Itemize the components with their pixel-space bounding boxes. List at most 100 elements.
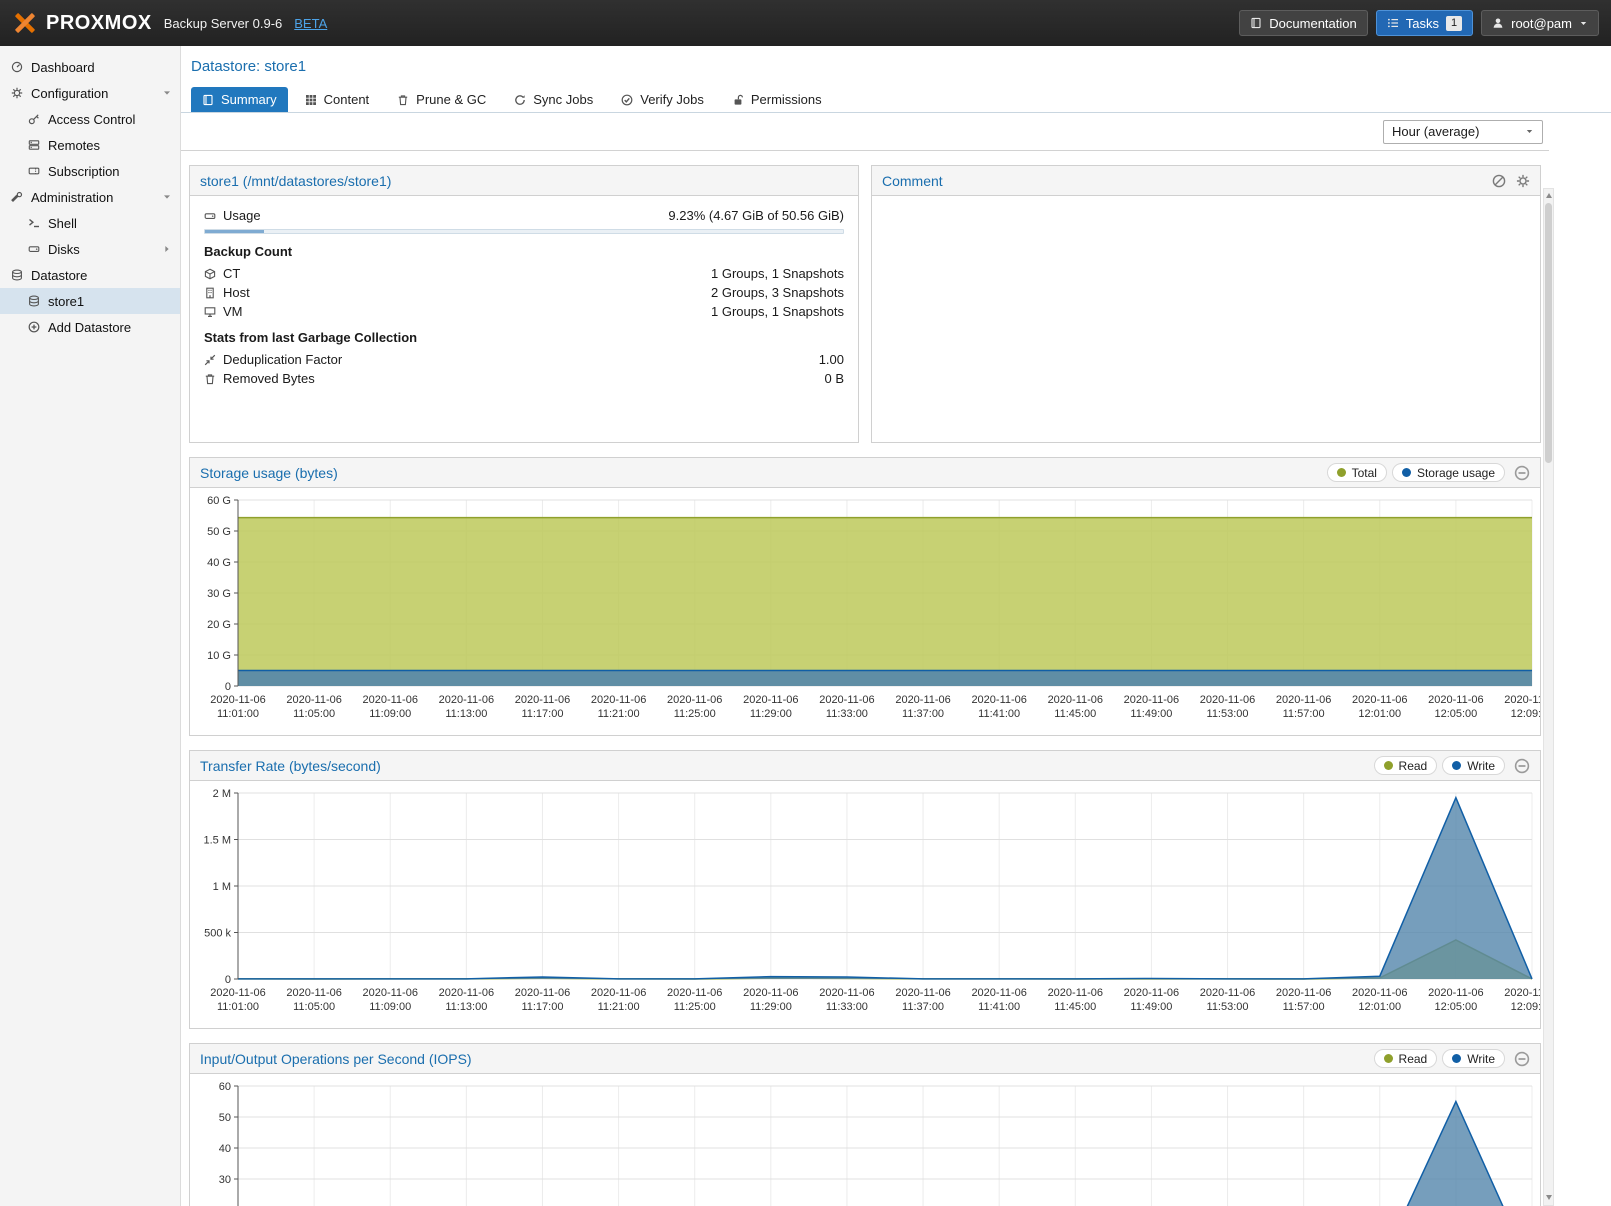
transfer-rate-chart: 0500 k1 M1.5 M2 M2020-11-0611:01:002020-… xyxy=(190,785,1540,1023)
dedup-row: Deduplication Factor 1.00 xyxy=(204,350,844,369)
collapse-chart-icon[interactable] xyxy=(1514,1051,1530,1067)
sidebar-item-datastore[interactable]: Datastore xyxy=(0,262,180,288)
user-menu-button[interactable]: root@pam xyxy=(1481,10,1599,36)
svg-text:2020-11-06: 2020-11-06 xyxy=(1276,694,1331,706)
svg-text:2020-11-06: 2020-11-06 xyxy=(895,987,950,999)
chevron-right-icon xyxy=(162,244,172,254)
tasks-button[interactable]: Tasks 1 xyxy=(1376,10,1473,36)
unlock-icon xyxy=(732,94,744,106)
tab-label: Sync Jobs xyxy=(533,92,593,107)
sidebar: Dashboard Configuration Access Control R… xyxy=(0,46,181,1206)
sidebar-item-store1[interactable]: store1 xyxy=(0,288,180,314)
beta-link[interactable]: BETA xyxy=(294,16,327,31)
comment-body[interactable] xyxy=(872,196,1540,442)
book-icon xyxy=(202,94,214,106)
key-icon xyxy=(28,113,40,125)
sidebar-item-configuration[interactable]: Configuration xyxy=(0,80,180,106)
legend-write[interactable]: Write xyxy=(1442,756,1505,775)
sidebar-item-disks[interactable]: Disks xyxy=(0,236,180,262)
gear-icon[interactable] xyxy=(1516,174,1530,188)
svg-text:12:09:00: 12:09:00 xyxy=(1511,1001,1540,1013)
grid-icon xyxy=(305,94,317,106)
svg-text:11:09:00: 11:09:00 xyxy=(369,1001,411,1013)
documentation-button[interactable]: Documentation xyxy=(1239,10,1367,36)
legend-read[interactable]: Read xyxy=(1374,756,1438,775)
sidebar-item-label: Configuration xyxy=(31,86,108,101)
sidebar-item-dashboard[interactable]: Dashboard xyxy=(0,54,180,80)
brand-name: PROXMOX xyxy=(46,12,152,35)
vm-value: 1 Groups, 1 Snapshots xyxy=(711,304,844,319)
storage-usage-chart: 010 G20 G30 G40 G50 G60 G2020-11-0611:01… xyxy=(190,492,1540,730)
compress-icon xyxy=(204,354,216,366)
svg-text:12:09:00: 12:09:00 xyxy=(1511,708,1540,720)
svg-text:11:41:00: 11:41:00 xyxy=(978,708,1020,720)
sidebar-item-administration[interactable]: Administration xyxy=(0,184,180,210)
svg-text:12:05:00: 12:05:00 xyxy=(1434,708,1477,720)
book-icon xyxy=(1250,17,1262,29)
svg-text:2020-11-06: 2020-11-06 xyxy=(439,694,494,706)
svg-text:0: 0 xyxy=(225,974,231,986)
chevron-down-icon xyxy=(1579,19,1588,28)
legend-dot xyxy=(1384,1054,1393,1063)
svg-text:2020-11-06: 2020-11-06 xyxy=(1352,987,1407,999)
timeframe-select[interactable]: Hour (average) xyxy=(1383,120,1543,144)
legend-label: Write xyxy=(1467,1052,1495,1066)
backup-count-heading: Backup Count xyxy=(204,244,844,259)
sidebar-item-add-datastore[interactable]: Add Datastore xyxy=(0,314,180,340)
scrollbar-thumb[interactable] xyxy=(1545,203,1552,463)
documentation-label: Documentation xyxy=(1269,16,1356,31)
svg-text:2020-11-06: 2020-11-06 xyxy=(591,694,646,706)
tab-permissions[interactable]: Permissions xyxy=(721,87,833,112)
collapse-chart-icon[interactable] xyxy=(1514,758,1530,774)
svg-text:1 M: 1 M xyxy=(213,881,231,893)
sync-icon xyxy=(514,94,526,106)
svg-text:2020-11-06: 2020-11-06 xyxy=(743,694,798,706)
legend-dot xyxy=(1402,468,1411,477)
sidebar-item-access-control[interactable]: Access Control xyxy=(0,106,180,132)
tasks-count-badge: 1 xyxy=(1446,16,1462,31)
collapse-chart-icon[interactable] xyxy=(1514,465,1530,481)
usage-value: 9.23% (4.67 GiB of 50.56 GiB) xyxy=(668,208,844,223)
vertical-scrollbar[interactable] xyxy=(1543,188,1554,1206)
svg-text:11:37:00: 11:37:00 xyxy=(902,1001,944,1013)
svg-text:11:17:00: 11:17:00 xyxy=(521,1001,563,1013)
tab-content[interactable]: Content xyxy=(294,87,381,112)
tab-summary[interactable]: Summary xyxy=(191,87,288,112)
svg-text:500 k: 500 k xyxy=(204,928,231,940)
legend-total[interactable]: Total xyxy=(1327,463,1387,482)
panel-title: Input/Output Operations per Second (IOPS… xyxy=(200,1051,472,1067)
scroll-up-arrow[interactable] xyxy=(1544,189,1553,201)
proxmox-brand: PROXMOX xyxy=(12,10,152,36)
svg-text:60 G: 60 G xyxy=(207,495,231,507)
tab-sync-jobs[interactable]: Sync Jobs xyxy=(503,87,604,112)
legend-read[interactable]: Read xyxy=(1374,1049,1438,1068)
sidebar-item-shell[interactable]: Shell xyxy=(0,210,180,236)
cube-icon xyxy=(204,268,216,280)
svg-text:11:25:00: 11:25:00 xyxy=(674,1001,716,1013)
sidebar-item-subscription[interactable]: Subscription xyxy=(0,158,180,184)
svg-text:11:25:00: 11:25:00 xyxy=(674,708,716,720)
svg-text:2020-11-06: 2020-11-06 xyxy=(1048,987,1103,999)
scroll-down-arrow[interactable] xyxy=(1544,1191,1553,1203)
svg-text:2020-11-06: 2020-11-06 xyxy=(1428,694,1483,706)
svg-text:11:49:00: 11:49:00 xyxy=(1130,708,1172,720)
svg-text:2020-11-06: 2020-11-06 xyxy=(819,987,874,999)
svg-text:11:29:00: 11:29:00 xyxy=(750,1001,792,1013)
svg-text:30: 30 xyxy=(219,1174,231,1186)
svg-text:11:57:00: 11:57:00 xyxy=(1283,708,1325,720)
clear-comment-icon[interactable] xyxy=(1492,174,1506,188)
tab-label: Prune & GC xyxy=(416,92,486,107)
tab-prune-gc[interactable]: Prune & GC xyxy=(386,87,497,112)
removed-bytes-label: Removed Bytes xyxy=(223,371,315,386)
sidebar-item-remotes[interactable]: Remotes xyxy=(0,132,180,158)
tab-verify-jobs[interactable]: Verify Jobs xyxy=(610,87,715,112)
legend-dot xyxy=(1384,761,1393,770)
legend-write[interactable]: Write xyxy=(1442,1049,1505,1068)
svg-text:11:13:00: 11:13:00 xyxy=(445,1001,487,1013)
panel-title: store1 (/mnt/datastores/store1) xyxy=(200,173,391,189)
panel-title: Storage usage (bytes) xyxy=(200,465,338,481)
gc-stats-heading: Stats from last Garbage Collection xyxy=(204,330,844,345)
legend-storage-usage[interactable]: Storage usage xyxy=(1392,463,1505,482)
proxmox-logo-icon xyxy=(12,10,38,36)
svg-text:11:53:00: 11:53:00 xyxy=(1207,708,1249,720)
